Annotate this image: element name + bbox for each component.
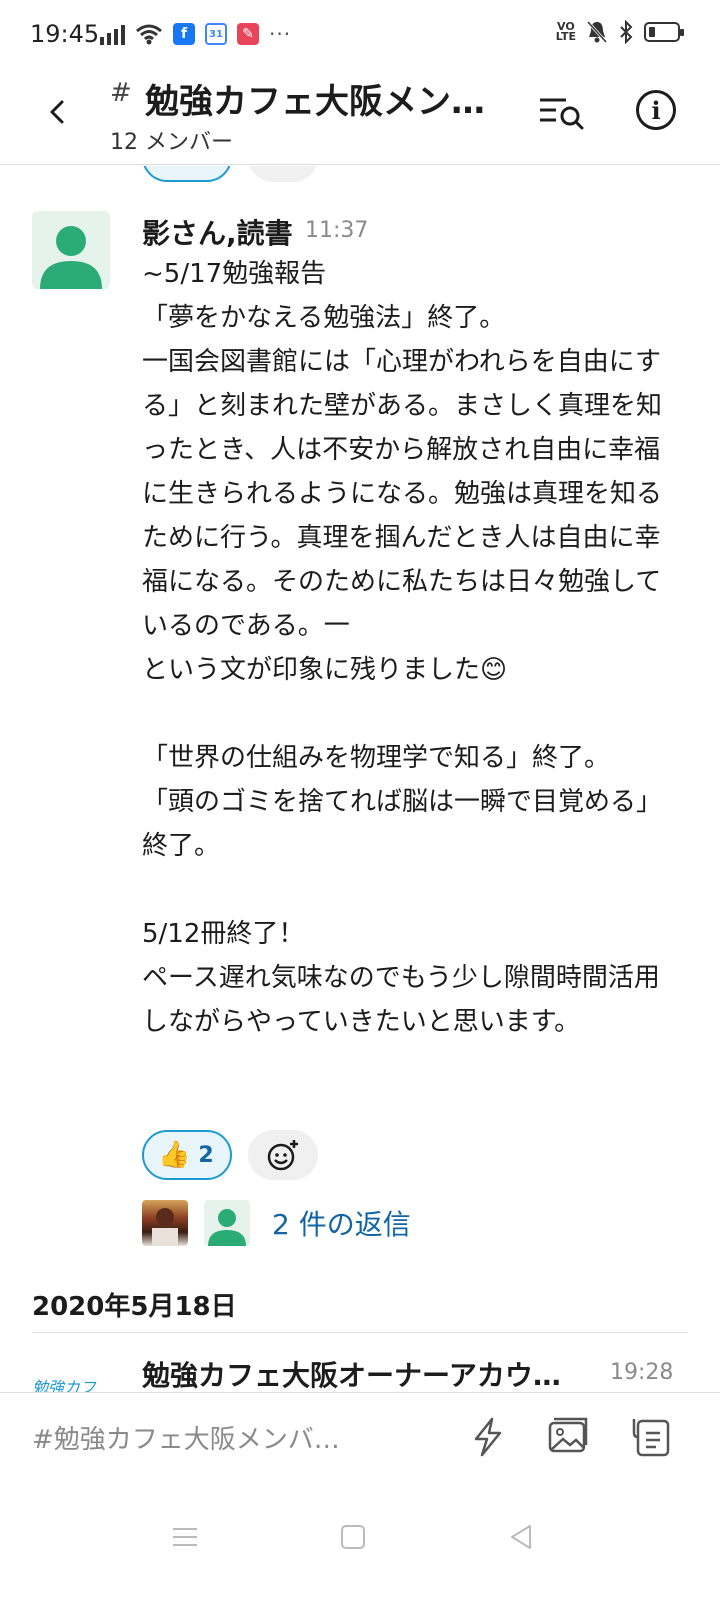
system-navigation-bar bbox=[0, 1482, 720, 1600]
message-input[interactable]: #勉強カフェ大阪メンバ… bbox=[32, 1419, 340, 1456]
next-message-avatar[interactable]: 勉強カフ bbox=[32, 1374, 110, 1392]
home-icon[interactable] bbox=[338, 1522, 368, 1552]
reply-avatar-photo bbox=[142, 1200, 188, 1246]
message-list[interactable]: 影さん,読書 11:37 ~5/17勉強報告 「夢をかなえる勉強法」終了。 一国… bbox=[0, 166, 720, 1392]
message-composer: #勉強カフェ大阪メンバ… bbox=[0, 1392, 720, 1482]
attachment-clipboard-icon[interactable] bbox=[630, 1415, 674, 1459]
volte-icon: VO LTE bbox=[555, 20, 576, 43]
default-user-icon bbox=[40, 226, 102, 289]
status-right-icons: VO LTE bbox=[555, 20, 684, 44]
search-messages-icon[interactable] bbox=[538, 92, 586, 132]
status-bar: 19:45 f 31 ✎ ··· VO LTE bbox=[0, 0, 720, 70]
avatar[interactable] bbox=[32, 211, 110, 289]
back-nav-icon[interactable] bbox=[506, 1522, 536, 1552]
thumbs-up-icon: 👍 bbox=[158, 1140, 191, 1170]
reply-avatar-default bbox=[204, 1200, 250, 1246]
previous-reaction-pill[interactable] bbox=[142, 166, 232, 182]
status-time: 19:45 bbox=[30, 20, 100, 48]
thread-replies[interactable]: 2 件の返信 bbox=[142, 1200, 411, 1246]
date-divider: 2020年5月18日 bbox=[32, 1292, 237, 1322]
next-message-author[interactable]: 勉強カフェ大阪オーナーアカウ… bbox=[142, 1354, 561, 1392]
reaction-count: 2 bbox=[198, 1142, 214, 1168]
add-emoji-icon bbox=[267, 1140, 298, 1171]
divider-line bbox=[32, 1332, 688, 1333]
member-count[interactable]: 12 メンバー bbox=[110, 124, 233, 156]
shortcuts-lightning-icon[interactable] bbox=[466, 1415, 510, 1459]
battery-icon bbox=[644, 22, 684, 42]
message-author[interactable]: 影さん,読書 bbox=[142, 212, 293, 252]
facebook-icon: f bbox=[173, 23, 195, 45]
wifi-icon bbox=[136, 24, 162, 45]
bluetooth-icon bbox=[620, 20, 633, 44]
channel-info-icon[interactable]: i bbox=[636, 90, 676, 130]
add-reaction-button[interactable] bbox=[247, 1130, 318, 1180]
previous-add-reaction-button[interactable] bbox=[248, 166, 318, 182]
back-arrow-icon[interactable] bbox=[40, 94, 76, 130]
channel-title[interactable]: 勉強カフェ大阪メン… bbox=[145, 74, 485, 123]
thumbs-up-reaction[interactable]: 👍 2 bbox=[142, 1130, 232, 1180]
signal-icon bbox=[100, 23, 125, 45]
status-left-icons: f 31 ✎ ··· bbox=[100, 22, 291, 46]
photo-gallery-icon[interactable] bbox=[546, 1415, 590, 1459]
reaction-row: 👍 2 bbox=[142, 1130, 318, 1180]
more-notifications-icon: ··· bbox=[269, 22, 292, 46]
mute-bell-icon bbox=[586, 20, 608, 44]
message-body[interactable]: ~5/17勉強報告 「夢をかなえる勉強法」終了。 一国会図書館には「心理がわれら… bbox=[142, 252, 682, 1044]
channel-hash-icon: # bbox=[110, 78, 132, 108]
replies-link[interactable]: 2 件の返信 bbox=[272, 1203, 411, 1243]
recent-apps-icon[interactable] bbox=[170, 1522, 200, 1552]
calendar-icon: 31 bbox=[205, 23, 227, 45]
next-message-timestamp: 19:28 bbox=[610, 1360, 674, 1385]
channel-header: # 勉強カフェ大阪メン… 12 メンバー i bbox=[0, 70, 720, 165]
pin-icon: ✎ bbox=[237, 23, 259, 45]
message-timestamp: 11:37 bbox=[305, 218, 369, 243]
